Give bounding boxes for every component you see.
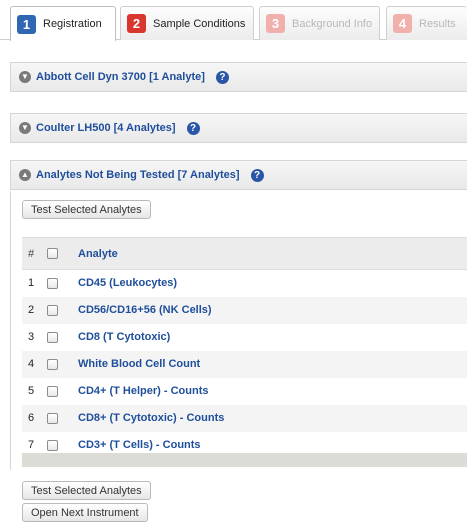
- help-icon[interactable]: ?: [250, 168, 264, 182]
- table-row: 2 CD56/CD16+56 (NK Cells): [22, 296, 467, 324]
- test-selected-analytes-button-bottom[interactable]: Test Selected Analytes: [22, 481, 151, 500]
- step-2-badge: 2: [127, 14, 146, 33]
- row-checkbox[interactable]: [47, 304, 58, 316]
- panel-analytes-not-tested[interactable]: ▲ Analytes Not Being Tested [7 Analytes]…: [10, 160, 467, 190]
- panel-title: Coulter LH500 [4 Analytes]: [36, 122, 176, 134]
- row-number: 1: [28, 277, 35, 290]
- step-tab-bar: 1 Registration 2 Sample Conditions 3 Bac…: [0, 0, 467, 41]
- tab-sample-conditions[interactable]: 2 Sample Conditions: [120, 6, 254, 40]
- column-header-select: [46, 237, 77, 270]
- row-checkbox[interactable]: [47, 331, 58, 343]
- panel-abbott-cell-dyn[interactable]: ▼ Abbott Cell Dyn 3700 [1 Analyte] ?: [10, 62, 467, 92]
- help-icon[interactable]: ?: [215, 70, 229, 84]
- tab-label: Background Info: [292, 17, 373, 30]
- test-selected-analytes-button[interactable]: Test Selected Analytes: [22, 200, 151, 219]
- row-number: 5: [28, 385, 35, 397]
- row-number: 4: [22, 350, 46, 378]
- step-1-badge: 1: [17, 14, 36, 34]
- analyte-link[interactable]: CD8 (T Cytotoxic): [78, 331, 170, 343]
- table-row: 6 CD8+ (T Cytotoxic) - Counts: [22, 404, 467, 432]
- open-next-instrument-button[interactable]: Open Next Instrument: [22, 503, 148, 522]
- tab-label: Registration: [43, 18, 102, 30]
- row-number: 2: [22, 296, 46, 324]
- row-number: 6: [22, 404, 46, 432]
- table-row: 4 White Blood Cell Count: [22, 350, 467, 378]
- analyte-link[interactable]: CD4+ (T Helper) - Counts: [78, 385, 208, 397]
- step-3-badge: 3: [266, 14, 285, 33]
- help-icon[interactable]: ?: [186, 121, 200, 135]
- analyte-link[interactable]: White Blood Cell Count: [78, 358, 200, 370]
- row-checkbox[interactable]: [47, 277, 58, 289]
- row-checkbox[interactable]: [47, 412, 58, 424]
- tab-label: Results: [419, 17, 456, 30]
- chevron-down-icon: ▼: [19, 122, 31, 134]
- tab-results: 4 Results: [386, 6, 467, 40]
- row-number: 3: [28, 331, 35, 343]
- chevron-up-icon: ▲: [19, 169, 31, 181]
- column-header-analyte[interactable]: Analyte: [77, 237, 467, 270]
- panel-title: Analytes Not Being Tested [7 Analytes]: [36, 169, 240, 181]
- row-checkbox[interactable]: [47, 358, 58, 370]
- table-row: 5 CD4+ (T Helper) - Counts: [22, 378, 467, 405]
- row-checkbox[interactable]: [47, 439, 58, 451]
- panel-title: Abbott Cell Dyn 3700 [1 Analyte]: [36, 71, 205, 83]
- analyte-link[interactable]: CD45 (Leukocytes): [78, 277, 177, 289]
- tab-registration[interactable]: 1 Registration: [10, 6, 116, 41]
- table-footer-bar: [22, 453, 467, 467]
- tab-background-info: 3 Background Info: [259, 6, 380, 40]
- tab-label: Sample Conditions: [153, 17, 246, 30]
- table-row: 1 CD45 (Leukocytes): [22, 270, 467, 297]
- analyte-link[interactable]: CD56/CD16+56 (NK Cells): [78, 304, 212, 316]
- select-all-checkbox[interactable]: [47, 248, 58, 260]
- analyte-link[interactable]: CD3+ (T Cells) - Counts: [78, 439, 201, 451]
- chevron-down-icon: ▼: [19, 71, 31, 83]
- row-checkbox[interactable]: [47, 385, 58, 397]
- analytes-table: # Analyte 1 CD45 (Leukocytes) 2 CD56/CD1…: [22, 237, 467, 459]
- step-4-badge: 4: [393, 14, 412, 33]
- panel-coulter-lh500[interactable]: ▼ Coulter LH500 [4 Analytes] ?: [10, 113, 467, 143]
- analyte-link[interactable]: CD8+ (T Cytotoxic) - Counts: [78, 412, 224, 424]
- column-header-number: #: [22, 237, 46, 270]
- table-row: 3 CD8 (T Cytotoxic): [22, 324, 467, 351]
